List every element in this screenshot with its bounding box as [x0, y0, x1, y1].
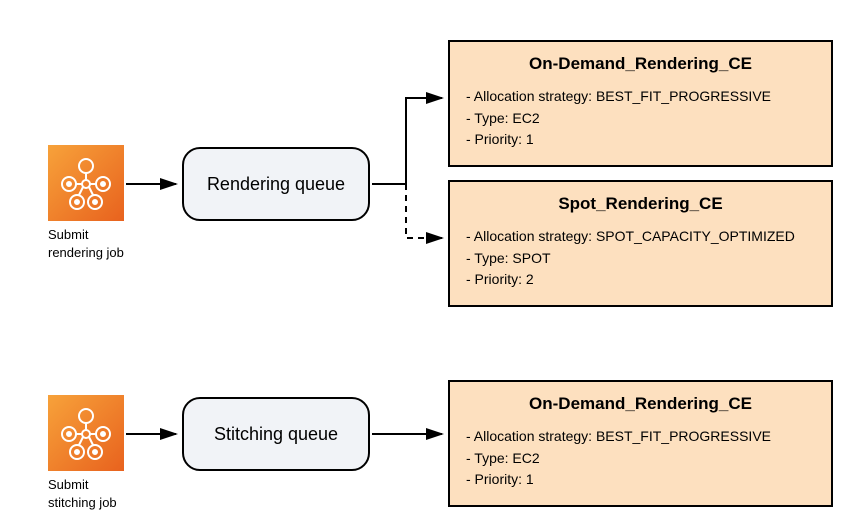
ce-title: On-Demand_Rendering_CE [466, 54, 815, 74]
submit-stitching-caption: Submit stitching job [48, 476, 148, 511]
ondemand-stitching-ce-box: On-Demand_Rendering_CE - Allocation stra… [448, 380, 833, 507]
batch-stitching-icon [48, 395, 124, 471]
ce-title: On-Demand_Rendering_CE [466, 394, 815, 414]
ce-allocation: - Allocation strategy: BEST_FIT_PROGRESS… [466, 426, 815, 448]
submit-rendering-caption: Submit rendering job [48, 226, 148, 261]
rendering-queue-label: Rendering queue [207, 174, 345, 195]
aws-batch-glyph-icon [57, 154, 115, 212]
stitching-queue-label: Stitching queue [214, 424, 338, 445]
ce-priority: - Priority: 1 [466, 129, 815, 151]
batch-rendering-icon [48, 145, 124, 221]
ce-allocation: - Allocation strategy: BEST_FIT_PROGRESS… [466, 86, 815, 108]
arrow-render-queue-to-spot [406, 184, 442, 238]
ondemand-rendering-ce-box: On-Demand_Rendering_CE - Allocation stra… [448, 40, 833, 167]
ce-title: Spot_Rendering_CE [466, 194, 815, 214]
ce-type: - Type: EC2 [466, 108, 815, 130]
rendering-queue-box: Rendering queue [182, 147, 370, 221]
stitching-queue-box: Stitching queue [182, 397, 370, 471]
ce-allocation: - Allocation strategy: SPOT_CAPACITY_OPT… [466, 226, 815, 248]
spot-rendering-ce-box: Spot_Rendering_CE - Allocation strategy:… [448, 180, 833, 307]
ce-type: - Type: SPOT [466, 248, 815, 270]
ce-priority: - Priority: 1 [466, 469, 815, 491]
ce-type: - Type: EC2 [466, 448, 815, 470]
ce-priority: - Priority: 2 [466, 269, 815, 291]
arrow-render-queue-to-ondemand [372, 98, 442, 184]
aws-batch-glyph-icon [57, 404, 115, 462]
